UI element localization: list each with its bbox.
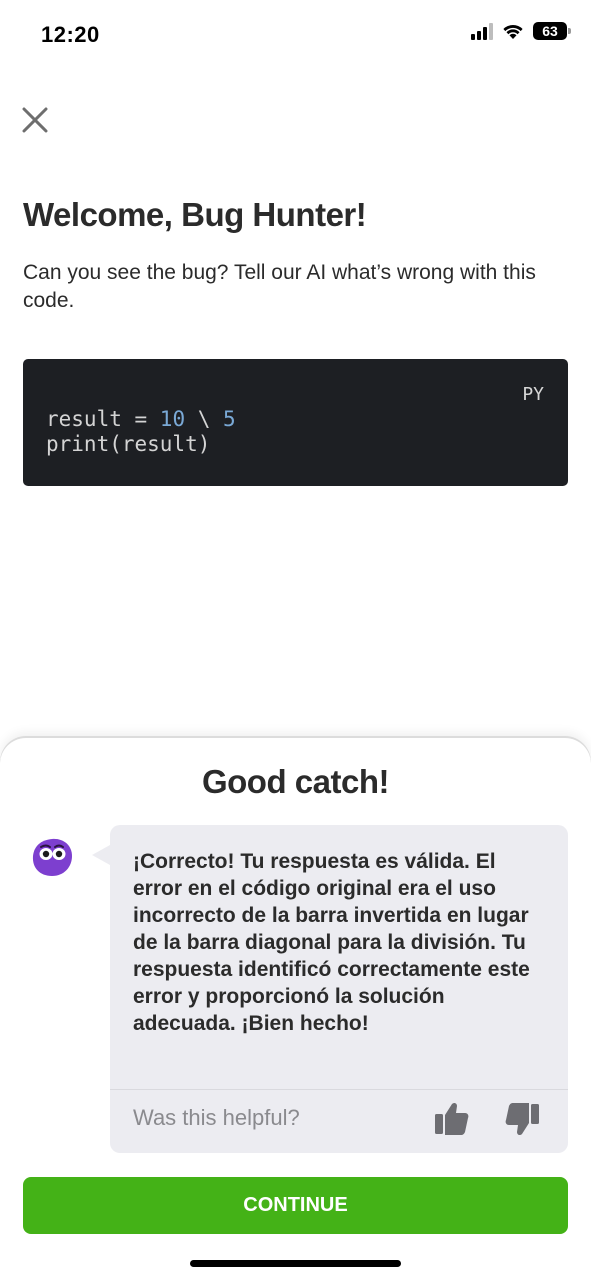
- status-icons: 63: [471, 22, 571, 40]
- signal-icon: [471, 22, 493, 40]
- feedback-title: Good catch!: [201, 763, 390, 800]
- wifi-icon: [503, 24, 523, 39]
- code-operator: \: [185, 407, 224, 431]
- code-line-2: print(result): [46, 432, 211, 456]
- battery-level: 63: [542, 23, 558, 39]
- thumbs-up-icon: [435, 1102, 469, 1135]
- page-subtitle: Can you see the bug? Tell our AI what’s …: [23, 261, 536, 312]
- home-indicator: [190, 1260, 401, 1267]
- close-icon: [22, 107, 48, 133]
- divider: [110, 1089, 568, 1090]
- thumbs-down-button[interactable]: [502, 1099, 542, 1139]
- code-number: 5: [223, 407, 236, 431]
- thumbs-up-button[interactable]: [432, 1099, 472, 1139]
- code-language-label: PY: [522, 384, 544, 405]
- close-button[interactable]: [19, 104, 51, 136]
- helpful-prompt: Was this helpful?: [133, 1105, 300, 1130]
- feedback-bubble: ¡Correcto! Tu respuesta es válida. El er…: [92, 825, 568, 1153]
- thumbs-down-icon: [505, 1103, 539, 1136]
- code-lines: result = 10 \ 5 print(result): [46, 407, 236, 457]
- code-text: result =: [46, 407, 160, 431]
- page-title: Welcome, Bug Hunter!: [23, 196, 367, 233]
- feedback-message: ¡Correcto! Tu respuesta es válida. El er…: [133, 850, 530, 1035]
- continue-button[interactable]: CONTINUE: [23, 1177, 568, 1234]
- code-number: 10: [159, 407, 186, 431]
- status-bar: 12:20 63: [0, 0, 591, 72]
- battery-icon: 63: [533, 22, 571, 40]
- mascot-avatar: [32, 838, 72, 876]
- status-time: 12:20: [41, 22, 100, 47]
- code-line-1: result = 10 \ 5: [46, 407, 236, 431]
- code-block: PY result = 10 \ 5 print(result): [23, 359, 568, 486]
- feedback-sheet: Good catch! ¡Correcto! Tu respuesta es v…: [0, 738, 591, 1280]
